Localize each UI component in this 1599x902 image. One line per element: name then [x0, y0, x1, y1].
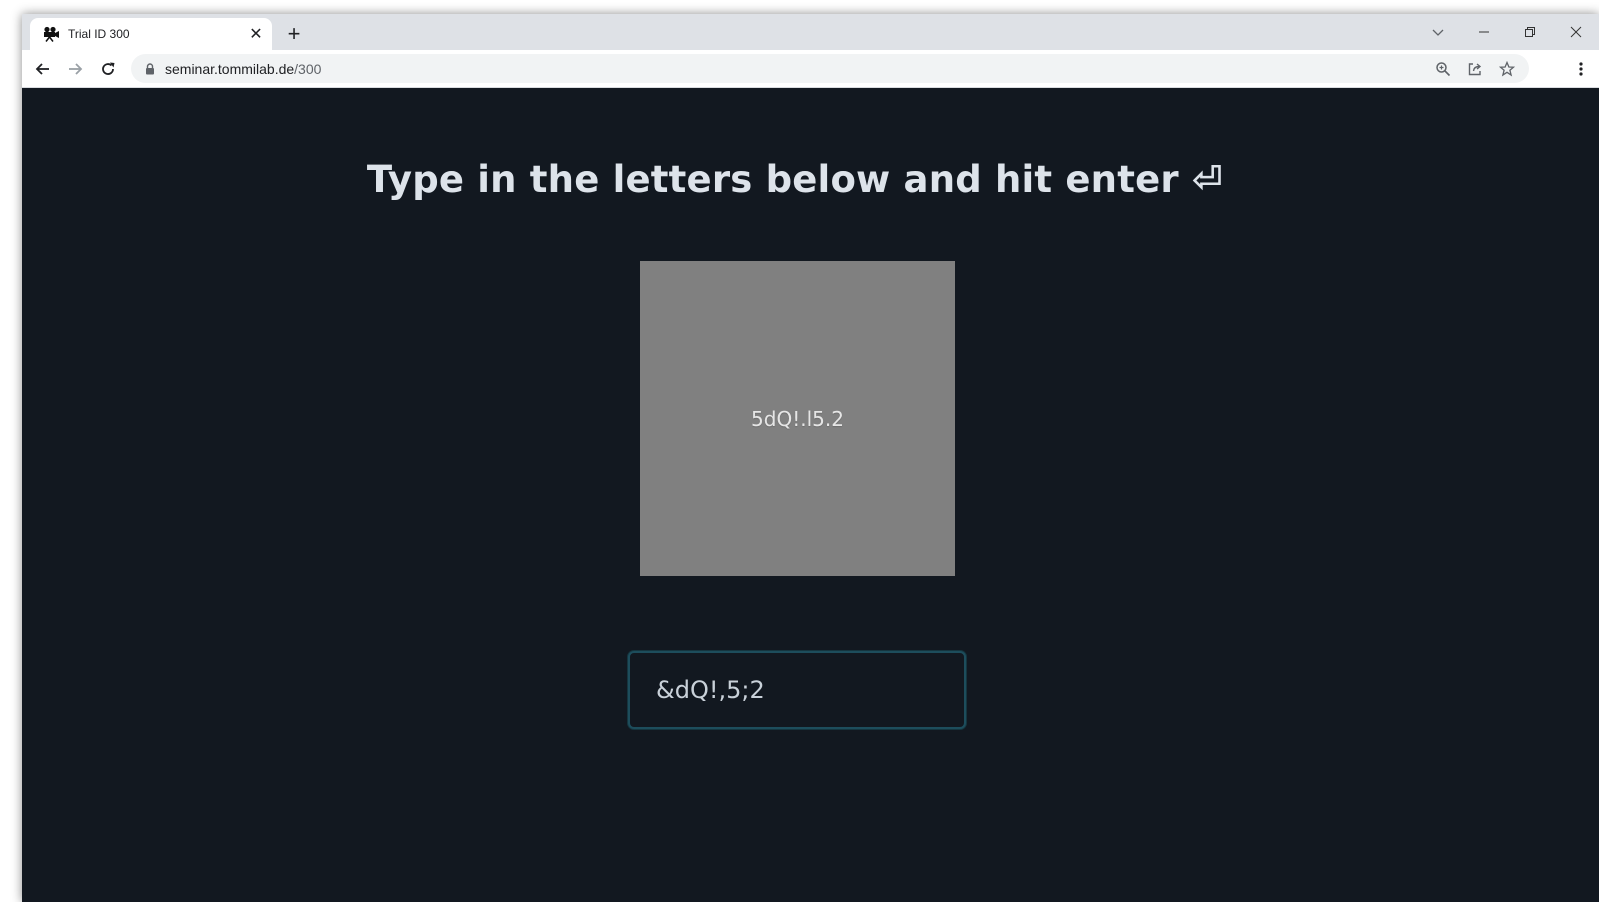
browser-window: Trial ID 300 ✕ + seminar.tommilab.de/300… [22, 14, 1599, 902]
new-tab-button[interactable]: + [282, 21, 306, 46]
tab-search-chevron-icon[interactable] [1415, 16, 1461, 48]
close-window-icon[interactable] [1553, 16, 1599, 48]
browser-tab[interactable]: Trial ID 300 ✕ [30, 18, 272, 50]
lock-icon[interactable] [143, 62, 157, 76]
forward-arrow-icon[interactable] [62, 56, 88, 82]
page-content: Type in the letters below and hit enter … [22, 88, 1599, 902]
page-heading: Type in the letters below and hit enter … [366, 158, 1224, 201]
bookmark-star-icon[interactable] [1491, 57, 1523, 81]
zoom-icon[interactable] [1427, 57, 1459, 81]
share-icon[interactable] [1459, 57, 1491, 81]
address-bar[interactable]: seminar.tommilab.de/300 [131, 54, 1529, 83]
tab-strip: Trial ID 300 ✕ + [22, 14, 1599, 50]
stimulus-text: 5dQ!.l5.2 [751, 406, 844, 431]
url-path: /300 [294, 60, 322, 77]
back-arrow-icon[interactable] [30, 56, 56, 82]
tab-title: Trial ID 300 [68, 27, 130, 41]
url-host: seminar.tommilab.de [165, 60, 295, 77]
tab-close-icon[interactable]: ✕ [246, 24, 266, 44]
stimulus-box: 5dQ!.l5.2 [640, 261, 955, 576]
url-text[interactable]: seminar.tommilab.de/300 [165, 61, 1427, 77]
reload-icon[interactable] [95, 56, 121, 82]
projector-camera-icon [42, 25, 60, 43]
restore-icon[interactable] [1507, 16, 1553, 48]
browser-toolbar: seminar.tommilab.de/300 [22, 50, 1599, 88]
minimize-icon[interactable] [1461, 16, 1507, 48]
window-controls [1415, 14, 1599, 50]
answer-input[interactable] [628, 651, 966, 729]
kebab-menu-icon[interactable] [1569, 57, 1593, 81]
